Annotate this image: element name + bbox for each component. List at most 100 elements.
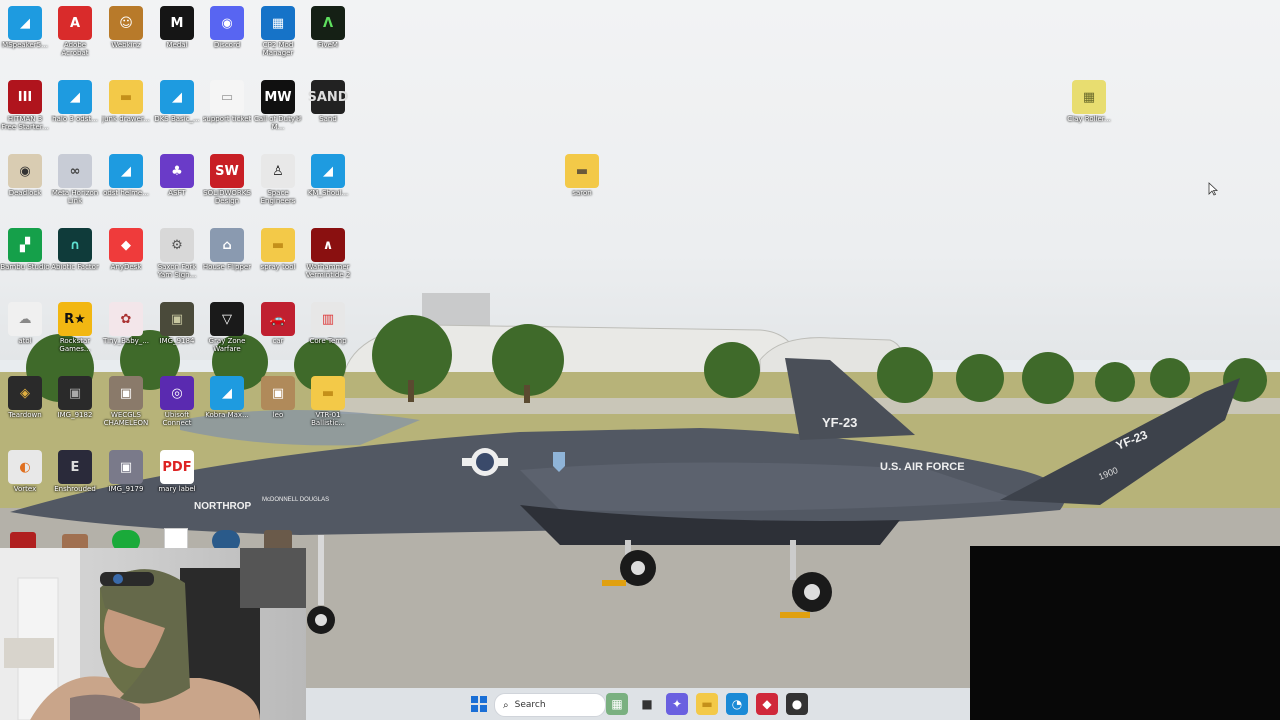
desktop-icon-label: Abiotic Factor <box>51 263 99 271</box>
desktop-icon[interactable]: ☺ Webkinz <box>101 2 151 58</box>
task-view-button[interactable]: ■ <box>636 693 658 715</box>
partial-icon[interactable] <box>112 530 140 548</box>
desktop-icon[interactable]: ◢ Kobra Max... <box>202 372 252 428</box>
app-icon: M <box>160 6 194 40</box>
app-button-red[interactable]: ◆ <box>756 693 778 715</box>
desktop-icon[interactable]: ▽ Gray Zone Warfare <box>202 298 252 354</box>
desktop-icon-label: DKS Basic_... <box>154 115 200 123</box>
desktop-icon-label: Clay Roller... <box>1067 115 1111 123</box>
desktop-icon[interactable]: ▬ saron <box>557 150 607 206</box>
start-button[interactable] <box>468 693 490 715</box>
desktop-icon[interactable]: ▣ IMG_9182 <box>50 372 100 428</box>
app-icon: ◐ <box>8 450 42 484</box>
desktop-icon[interactable]: ◈ Teardown <box>0 372 50 428</box>
desktop-icon[interactable]: ◢ KM_Shoul... <box>303 150 353 206</box>
desktop-icon[interactable]: ♣ ASFT <box>152 150 202 206</box>
file-explorer-button[interactable]: ▬ <box>696 693 718 715</box>
desktop-icon-label: IMG_9182 <box>57 411 93 419</box>
partial-icon[interactable] <box>10 532 36 548</box>
desktop-icon[interactable]: ◐ Vortex <box>0 446 50 502</box>
desktop-icon-label: mary label <box>158 485 196 493</box>
desktop-icon[interactable]: ▬ spray tool <box>253 224 303 280</box>
app-icon: ▣ <box>109 376 143 410</box>
desktop-icon-label: FiveM <box>318 41 338 49</box>
desktop-icon-label: Kobra Max... <box>205 411 249 419</box>
edge-button[interactable]: ◔ <box>726 693 748 715</box>
desktop-icon[interactable]: ◉ Discord <box>202 2 252 58</box>
desktop-icon[interactable]: ☁ atol <box>0 298 50 354</box>
desktop-icon[interactable]: ∞ Meta Horizon Link <box>50 150 100 206</box>
desktop-icon[interactable]: ▣ IMG_9184 <box>152 298 202 354</box>
app-icon: ▦ <box>1072 80 1106 114</box>
windows-logo-icon <box>471 696 487 712</box>
desktop-icon-label: KM_Shoul... <box>307 189 349 197</box>
desktop-icon-label: Call of Duty® M... <box>254 115 302 131</box>
desktop-icon[interactable]: ♙ Space Engineers <box>253 150 303 206</box>
desktop-icon[interactable]: ▣ leo <box>253 372 303 428</box>
app-icon: A <box>58 6 92 40</box>
desktop-icon[interactable]: PDF mary label <box>152 446 202 502</box>
desktop-icon[interactable]: SW SOLIDWORKS Design <box>202 150 252 206</box>
app-button-dark[interactable]: ● <box>786 693 808 715</box>
desktop-icon[interactable]: SAND Sand <box>303 76 353 132</box>
desktop-icon[interactable]: ∧ Warhammer Vermintide 2 <box>303 224 353 280</box>
desktop-icon[interactable]: ⌂ House Flipper <box>202 224 252 280</box>
partial-icon[interactable] <box>62 534 88 548</box>
desktop-icon[interactable]: ▬ junk drawer... <box>101 76 151 132</box>
desktop-icon[interactable]: ◢ DKS Basic_... <box>152 76 202 132</box>
desktop-icon[interactable]: ▬ VTR-01 Ballistic... <box>303 372 353 428</box>
app-icon: ▭ <box>210 80 244 114</box>
desktop-icon[interactable]: ▣ WECGLS CHAMELEON <box>101 372 151 428</box>
desktop-icon[interactable]: Λ FiveM <box>303 2 353 58</box>
partial-icon[interactable] <box>212 530 240 548</box>
desktop-icon[interactable]: ◉ Deadlock <box>0 150 50 206</box>
desktop-icon[interactable]: MW Call of Duty® M... <box>253 76 303 132</box>
desktop-icon[interactable]: ▦ Clay Roller... <box>1064 76 1114 132</box>
desktop-icon-label: car <box>272 337 284 345</box>
desktop-icon[interactable]: ▞ Bambu Studio <box>0 224 50 280</box>
desktop-icon[interactable]: E Enshrouded <box>50 446 100 502</box>
desktop-icon[interactable]: ✿ Tiny_Baby_... <box>101 298 151 354</box>
desktop-icon[interactable]: ◢ MSpeaker5... <box>0 2 50 58</box>
black-overlay-panel <box>970 546 1280 720</box>
widgets-button[interactable]: ▦ <box>606 693 628 715</box>
app-icon: ∩ <box>58 228 92 262</box>
desktop-icon-label: IMG_9184 <box>159 337 195 345</box>
desktop-icon[interactable]: ▥ Core Temp <box>303 298 353 354</box>
app-icon: Λ <box>311 6 345 40</box>
desktop-icon-label: Adobe Acrobat <box>61 41 89 57</box>
desktop-icon-label: Warhammer Vermintide 2 <box>305 263 351 279</box>
app-icon: ♙ <box>261 154 295 188</box>
app-icon: ▽ <box>210 302 244 336</box>
desktop-icon[interactable]: ▦ CP2 Mod Manager <box>253 2 303 58</box>
desktop-icon-label: Meta Horizon Link <box>51 189 99 205</box>
desktop-icon-label: Bambu Studio <box>0 263 50 271</box>
partial-icon[interactable] <box>164 528 188 548</box>
app-icon: MW <box>261 80 295 114</box>
desktop-icon-label: IMG_9179 <box>108 485 144 493</box>
app-icon: ☺ <box>109 6 143 40</box>
desktop-icon[interactable]: ◆ AnyDesk <box>101 224 151 280</box>
desktop-icon[interactable]: A Adobe Acrobat <box>50 2 100 58</box>
desktop-icon[interactable]: ∩ Abiotic Factor <box>50 224 100 280</box>
desktop-icon-label: Rockstar Games... <box>59 337 91 353</box>
desktop-icon[interactable]: III HITMAN 3 Free Starter... <box>0 76 50 132</box>
desktop-icon[interactable]: ▭ support ticket <box>202 76 252 132</box>
taskbar-search-box[interactable]: ⌕ Search <box>494 693 606 717</box>
app-icon: ◢ <box>109 154 143 188</box>
desktop-icon[interactable]: 🚗 car <box>253 298 303 354</box>
desktop-icon[interactable]: ▣ IMG_9179 <box>101 446 151 502</box>
search-icon: ⌕ <box>503 699 509 711</box>
desktop-icon[interactable]: M Medal <box>152 2 202 58</box>
desktop-icon[interactable]: ◢ odst helme... <box>101 150 151 206</box>
desktop-icon[interactable]: ⚙ Saxon Fork Yam Sign... <box>152 224 202 280</box>
partial-icon[interactable] <box>264 530 292 548</box>
copilot-button[interactable]: ✦ <box>666 693 688 715</box>
desktop-icon[interactable]: R★ Rockstar Games... <box>50 298 100 354</box>
app-icon: E <box>58 450 92 484</box>
desktop-icon[interactable]: ◎ Ubisoft Connect <box>152 372 202 428</box>
taskbar-app-icons: ▦ ■ ✦ ▬ ◔ ◆ ● <box>606 693 808 715</box>
desktop-icon[interactable]: ◢ halo 3 odst... <box>50 76 100 132</box>
app-icon: ∞ <box>58 154 92 188</box>
desktop-icon-label: odst helme... <box>103 189 149 197</box>
